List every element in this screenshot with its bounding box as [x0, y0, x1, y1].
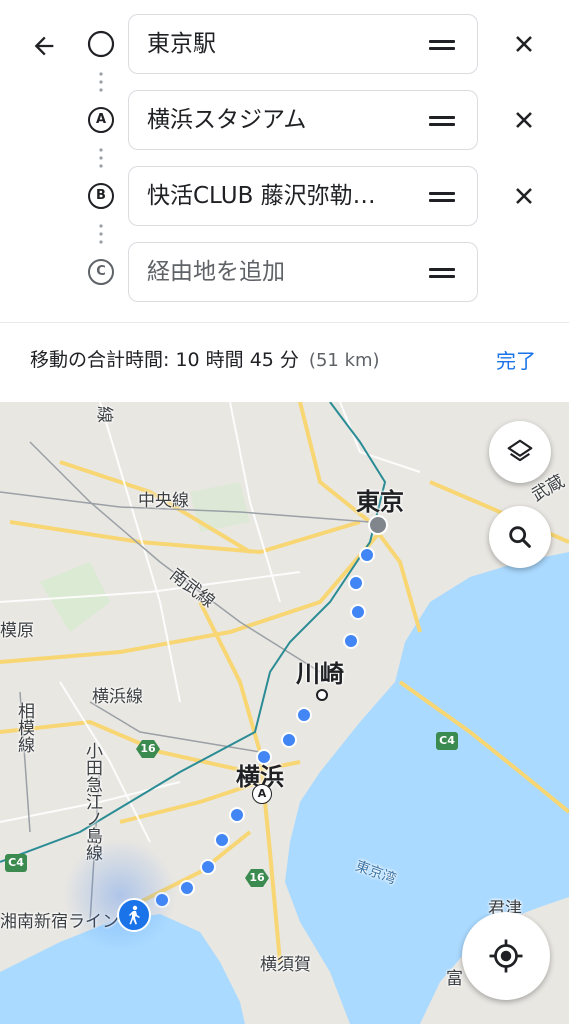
drag-handle-icon[interactable] [429, 267, 455, 279]
close-icon [516, 188, 532, 204]
total-distance: (51 km) [308, 350, 380, 371]
location-accuracy-halo [60, 840, 180, 950]
back-button[interactable] [22, 24, 66, 68]
stop-c-marker: C [86, 257, 116, 287]
remove-stop-button[interactable] [506, 178, 542, 214]
drag-handle-icon[interactable] [429, 191, 455, 203]
map-label-chuo-line: 中央線 [138, 491, 189, 511]
stop-a-marker: A [86, 105, 116, 135]
stop-c-letter: C [96, 264, 106, 279]
connector-dots [99, 146, 103, 170]
map-marker-a[interactable]: A [252, 784, 272, 804]
add-stop-placeholder: 経由地を追加 [147, 259, 285, 285]
close-icon [516, 36, 532, 52]
drag-handle-icon[interactable] [429, 115, 455, 127]
stop-a-value: 横浜スタジアム [147, 107, 307, 133]
add-stop-field[interactable]: 経由地を追加 [128, 242, 478, 302]
connector-dots [99, 70, 103, 94]
map-label-top-line: 線 [94, 406, 114, 423]
walk-glyph [129, 905, 140, 925]
remove-stop-button[interactable] [506, 26, 542, 62]
divider [0, 322, 569, 323]
stop-a-letter: A [95, 112, 107, 127]
map-label-yokosuka: 横須賀 [260, 955, 311, 975]
stop-a-field[interactable]: 横浜スタジアム [128, 90, 478, 150]
c4-shield: C4 [436, 732, 458, 750]
origin-field[interactable]: 東京駅 [128, 14, 478, 74]
map-label-tokyo: 東京 [356, 488, 404, 516]
arrow-left-icon [34, 36, 54, 56]
connector-dots [99, 222, 103, 246]
layers-icon [507, 439, 533, 462]
search-icon [509, 526, 531, 548]
layers-button[interactable] [489, 421, 551, 483]
map-label-sagami-line: 相模線 [14, 702, 34, 753]
map-label-yokohama-line: 横浜線 [92, 687, 143, 707]
trip-summary: 移動の合計時間: 10 時間 45 分 (51 km) [30, 345, 380, 372]
origin-value: 東京駅 [147, 31, 216, 57]
total-time: 移動の合計時間: 10 時間 45 分 [30, 349, 299, 371]
my-location-button[interactable] [462, 912, 550, 1000]
stop-b-marker: B [86, 181, 116, 211]
map-label-tomi: 富 [446, 969, 463, 989]
done-button[interactable]: 完了 [496, 345, 536, 374]
my-location-icon [489, 939, 523, 973]
origin-marker-icon [86, 29, 116, 59]
stop-b-letter: B [96, 188, 106, 203]
stop-b-value: 快活CLUB 藤沢弥勒… [147, 183, 376, 209]
close-icon [516, 112, 532, 128]
map-label-kawasaki: 川崎 [296, 660, 344, 688]
remove-stop-button[interactable] [506, 102, 542, 138]
c4-shield: C4 [5, 854, 27, 872]
directions-panel: 東京駅 A 横浜スタジアム B 快活CLUB 藤沢弥勒… C 経由地を追加 移動… [0, 0, 569, 402]
search-button[interactable] [489, 506, 551, 568]
map-label-hara: 模原 [0, 621, 34, 641]
walking-person-icon[interactable] [117, 898, 151, 932]
drag-handle-icon[interactable] [429, 39, 455, 51]
stop-b-field[interactable]: 快活CLUB 藤沢弥勒… [128, 166, 478, 226]
